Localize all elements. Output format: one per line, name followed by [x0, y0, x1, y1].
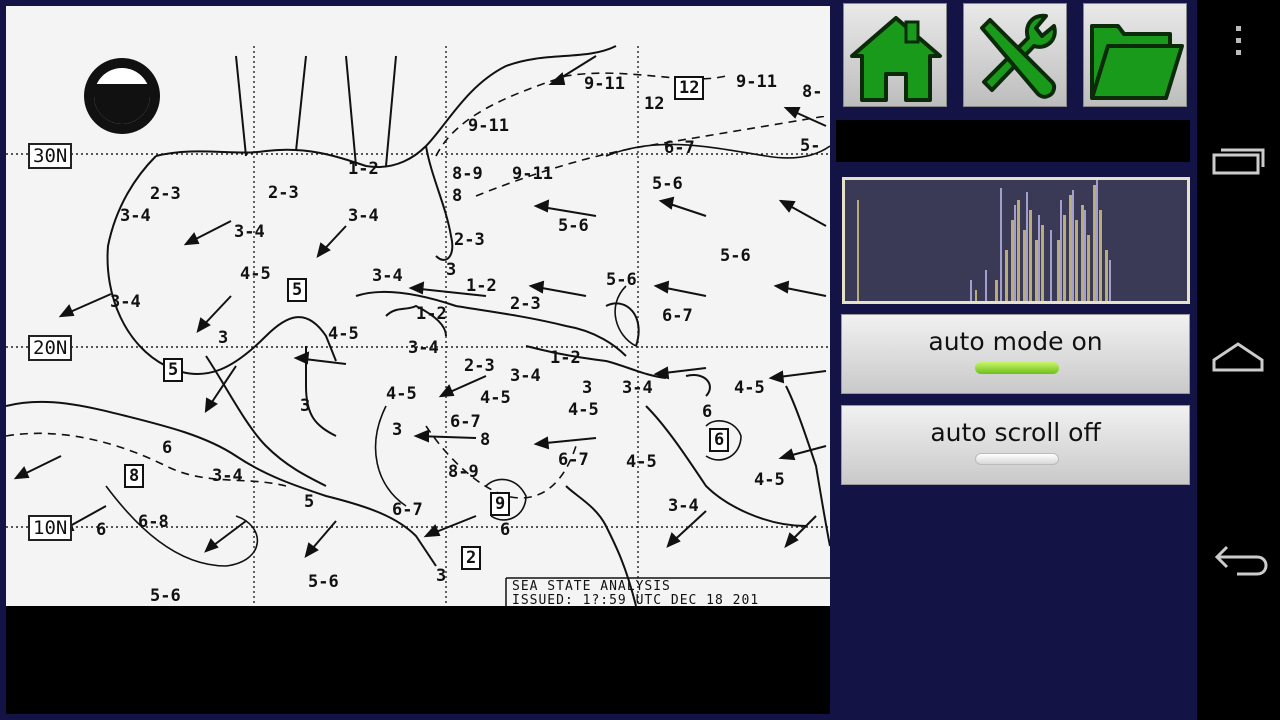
sea-state-label: 3 — [446, 260, 457, 280]
sea-state-label: 3 — [582, 378, 593, 398]
sea-state-label: 6-7 — [450, 412, 481, 432]
sea-state-label: 1-2 — [466, 276, 497, 296]
settings-button[interactable] — [963, 3, 1067, 107]
sea-state-label: 3-4 — [120, 206, 151, 226]
sea-state-label: 5 — [304, 492, 315, 512]
latitude-label: 10N — [28, 515, 73, 541]
sea-state-label: 8- — [802, 82, 823, 102]
folder-icon — [1090, 24, 1184, 100]
area-number-box: 2 — [461, 546, 482, 570]
overflow-menu-icon — [1236, 26, 1241, 55]
sea-state-label: 3-4 — [212, 466, 243, 486]
sea-state-label: 5-6 — [150, 586, 181, 606]
auto-mode-label: auto mode on — [928, 327, 1103, 356]
sea-state-label: 3 — [300, 396, 311, 416]
sea-state-label: 4-5 — [480, 388, 511, 408]
sea-state-label: 6 — [702, 402, 713, 422]
sea-state-label: 9-11 — [512, 164, 553, 184]
sea-state-label: 4-5 — [626, 452, 657, 472]
histogram-bars — [857, 180, 1111, 301]
chart-footer-title: SEA STATE ANALYSIS ISSUED: 1?:59 UTC DEC… — [512, 579, 760, 607]
sea-state-label: 6-7 — [558, 450, 589, 470]
sea-state-label: 3-4 — [510, 366, 541, 386]
sea-state-label: 2-3 — [268, 183, 299, 203]
tools-icon — [980, 13, 1057, 99]
sea-state-label: 4-5 — [568, 400, 599, 420]
weather-fax-image[interactable]: 30N 20N 10N 12 5 5 8 9 2 6 9-11 9-11 12 … — [6, 6, 830, 606]
sea-state-label: 4-5 — [754, 470, 785, 490]
sea-state-label: 4-5 — [386, 384, 417, 404]
fax-display[interactable]: 30N 20N 10N 12 5 5 8 9 2 6 9-11 9-11 12 … — [6, 6, 830, 714]
area-number-box: 5 — [163, 358, 184, 382]
sea-state-label: 5-6 — [308, 572, 339, 592]
area-number-box: 9 — [490, 492, 511, 516]
sea-state-label: 2-3 — [464, 356, 495, 376]
sea-state-label: 2-3 — [454, 230, 485, 250]
folder-button[interactable] — [1083, 3, 1187, 107]
sea-state-label: 8 — [452, 186, 463, 206]
sea-state-label: 3-4 — [110, 292, 141, 312]
sea-state-label: 6 — [96, 520, 107, 540]
sea-state-label: 3 — [436, 566, 447, 586]
sea-state-label: 9-11 — [736, 72, 777, 92]
signal-histogram — [842, 177, 1190, 304]
sea-state-label: 8-9 — [448, 462, 479, 482]
latitude-label: 20N — [28, 335, 73, 361]
sea-state-label: 5-6 — [652, 174, 683, 194]
auto-mode-toggle[interactable]: auto mode on — [841, 314, 1190, 394]
sea-state-label: 6 — [500, 520, 511, 540]
sea-state-label: 1-2 — [348, 159, 379, 179]
sea-state-label: 5- — [800, 136, 821, 156]
sea-state-label: 9-11 — [468, 116, 509, 136]
android-home-icon — [1212, 342, 1264, 372]
area-number-box: 5 — [287, 278, 308, 302]
sea-state-label: 6-7 — [392, 500, 423, 520]
noaa-logo — [84, 58, 160, 134]
recent-apps-icon — [1212, 148, 1265, 175]
back-icon — [1214, 545, 1268, 576]
latitude-label: 30N — [28, 143, 73, 169]
sea-state-label: 3-4 — [372, 266, 403, 286]
sea-state-label: 12 — [644, 94, 665, 114]
auto-mode-indicator — [975, 362, 1059, 374]
sea-state-label: 6-7 — [664, 138, 695, 158]
sea-state-label: 8 — [480, 430, 491, 450]
sea-state-label: 3 — [392, 420, 403, 440]
sea-state-label: 6-7 — [662, 306, 693, 326]
sea-state-label: 1-2 — [550, 348, 581, 368]
footer-line: ISSUED: 1?:59 UTC DEC 18 201 — [512, 593, 760, 607]
sea-state-label: 4-5 — [734, 378, 765, 398]
auto-scroll-indicator — [975, 453, 1059, 465]
area-number-box: 8 — [124, 464, 145, 488]
area-number-box: 12 — [674, 76, 705, 100]
sea-state-label: 4-5 — [328, 324, 359, 344]
sea-state-label: 8-9 — [452, 164, 483, 184]
sea-state-label: 3-4 — [234, 222, 265, 242]
sea-state-label: 2-3 — [150, 184, 181, 204]
home-icon — [850, 16, 942, 102]
sea-state-label: 4-5 — [240, 264, 271, 284]
sea-state-label: 9-11 — [584, 74, 625, 94]
home-button[interactable] — [843, 3, 947, 107]
sea-state-label: 1-2 — [416, 304, 447, 324]
sea-state-label: 2-3 — [510, 294, 541, 314]
system-nav-bar — [1197, 0, 1280, 720]
sea-state-label: 3 — [218, 328, 229, 348]
sea-state-label: 3-4 — [622, 378, 653, 398]
auto-scroll-label: auto scroll off — [930, 418, 1101, 447]
sea-state-label: 5-6 — [558, 216, 589, 236]
nav-icons — [1212, 26, 1268, 576]
auto-scroll-toggle[interactable]: auto scroll off — [841, 405, 1190, 485]
sea-state-label: 3-4 — [668, 496, 699, 516]
footer-line: SEA STATE ANALYSIS — [512, 579, 671, 594]
sea-state-label: 5-6 — [606, 270, 637, 290]
sea-state-label: 5-6 — [720, 246, 751, 266]
sea-state-label: 6 — [162, 438, 173, 458]
sea-state-label: 3-4 — [408, 338, 439, 358]
sea-state-label: 6-8 — [138, 512, 169, 532]
status-strip — [836, 120, 1190, 162]
sea-state-label: 3-4 — [348, 206, 379, 226]
area-number-box: 6 — [709, 428, 730, 452]
